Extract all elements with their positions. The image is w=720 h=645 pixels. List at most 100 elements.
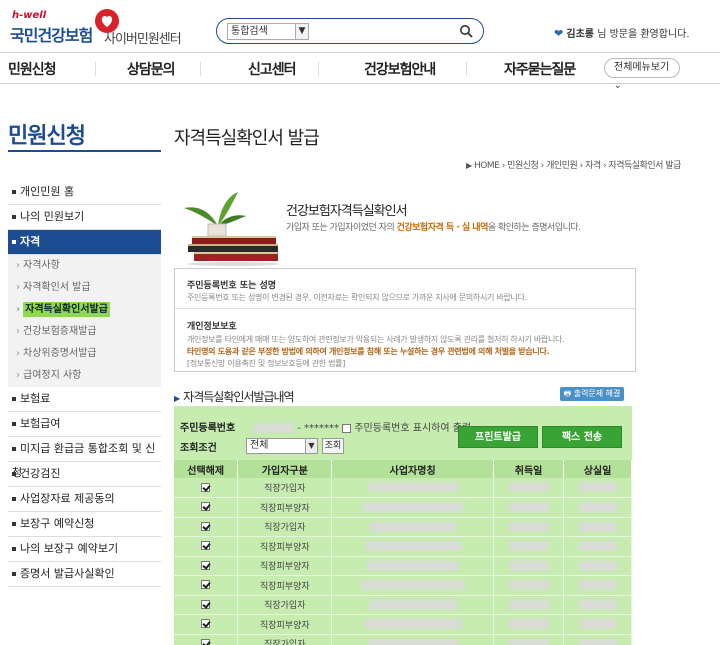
member-type: 직장가입자 (237, 478, 333, 498)
sidebar-subitem-qual-gain-loss[interactable]: › 자격득실확인서발급 (8, 299, 161, 321)
row-checkbox[interactable] (201, 638, 211, 645)
row-checkbox[interactable] (201, 560, 211, 570)
sidebar-item-workplace-consent[interactable]: 사업장자료 제공동의 (8, 487, 161, 512)
sidebar-item-device-reserve[interactable]: 보장구 예약신청 (8, 512, 161, 537)
sidebar-subitem-qual-cert[interactable]: › 자격확인서 발급 (8, 277, 161, 299)
sidebar-item-qualification[interactable]: 자격 (8, 230, 161, 255)
member-type: 직장가입자 (237, 634, 333, 645)
logo[interactable]: h-well 국민건강보험 사이버민원센터 (10, 8, 200, 48)
search-button[interactable]: 조회 (322, 438, 344, 454)
rrn-show-checkbox[interactable] (342, 423, 352, 433)
print-problem-label: 출력문제 해결 (573, 389, 621, 398)
sidebar-item-personal-home[interactable]: 개인민원 홈 (8, 180, 161, 205)
condition-select[interactable]: 전체 ▼ (246, 438, 318, 454)
header: h-well 국민건강보험 사이버민원센터 통합검색 ▼ ❤ 김초롱 님 방문을… (0, 0, 720, 52)
condition-value: 전체 (250, 440, 269, 451)
sidebar-item-cert-verify[interactable]: 증명서 발급사실확인 (8, 562, 161, 587)
bullet-icon: › (16, 370, 20, 381)
sidebar-item-label: 보장구 예약신청 (20, 517, 95, 530)
search-icon[interactable] (459, 24, 473, 38)
bullet-icon (12, 497, 16, 501)
triangle-right-icon: ▶ (466, 161, 472, 170)
sidebar-item-label: 자격 (20, 235, 41, 248)
sidebar-item-my-minwon[interactable]: 나의 민원보기 (8, 205, 161, 230)
table-row: 직장피부양자 (174, 556, 632, 576)
sidebar-item-benefits[interactable]: 보험급여 (8, 412, 161, 437)
nav-consult[interactable]: 상담문의 (127, 59, 176, 79)
sidebar-subitem-card-reissue[interactable]: › 건강보험증재발급 (8, 321, 161, 343)
blurred-cell (508, 580, 549, 590)
nav-divider (95, 62, 96, 76)
row-checkbox[interactable] (201, 502, 211, 512)
breadcrumb-item[interactable]: 개인민원 (546, 161, 578, 171)
notice-text: 주민등록번호 또는 성명이 변경된 경우, 이전자료는 확인되지 않으므로 가까… (187, 293, 527, 302)
notice-section-rrn: 주민등록번호 또는 성명 주민등록번호 또는 성명이 변경된 경우, 이전자료는… (175, 269, 635, 309)
chevron-down-icon: ▼ (305, 439, 317, 453)
sidebar-subitem-benefit-suspend[interactable]: › 급여정지 사항 (8, 365, 161, 387)
search-bar: 통합검색 ▼ (216, 18, 484, 44)
search-scope-value: 통합검색 (231, 26, 268, 37)
sidebar-submenu: › 자격사항 › 자격확인서 발급 › 자격득실확인서발급 › 건강보험증재발급 › 차상… (8, 255, 161, 387)
search-input[interactable] (313, 22, 463, 41)
print-issue-button[interactable]: 프린트발급 (458, 426, 538, 448)
table-row: 직장피부양자 (174, 614, 632, 635)
row-checkbox[interactable] (201, 619, 211, 629)
breadcrumb-item[interactable]: 자격 (585, 161, 601, 171)
sidebar-item-my-device[interactable]: 나의 보장구 예약보기 (8, 537, 161, 562)
sidebar-item-checkup[interactable]: 건강검진 (8, 462, 161, 487)
table-row: 직장가입자 (174, 517, 632, 537)
section-title: ▶ 자격득실확인서발급내역 (174, 388, 295, 405)
blurred-cell (578, 560, 617, 571)
member-type: 직장가입자 (237, 517, 333, 537)
row-checkbox[interactable] (201, 580, 211, 590)
sidebar-item-label: 나의 보장구 예약보기 (20, 542, 119, 555)
bullet-icon: › (16, 282, 20, 293)
bullet-icon (12, 397, 16, 401)
blurred-cell (578, 619, 617, 629)
fax-send-button[interactable]: 팩스 전송 (542, 426, 622, 448)
logo-hwell: h-well (12, 10, 47, 21)
bullet-icon (12, 572, 16, 576)
blurred-rrn (254, 423, 294, 433)
col-deselect[interactable]: 선택해제 (174, 460, 239, 478)
notice-warning: 타인명의 도용과 같은 부정한 방법에 의하여 개인정보를 침해 또는 누설하는… (187, 347, 550, 356)
welcome-suffix: 님 방문을 환영합니다. (597, 29, 690, 40)
heart-icon: ❤ (554, 27, 564, 40)
row-checkbox[interactable] (201, 599, 211, 609)
blurred-cell (508, 482, 549, 493)
sidebar-subitem-near-poverty[interactable]: › 차상위증명서발급 (8, 343, 161, 365)
blurred-cell (578, 502, 617, 512)
banner-description: 가입자 또는 가입자이었던 자의 건강보험자격 득 · 실 내역을 확인하는 증… (286, 220, 581, 233)
breadcrumb-item[interactable]: HOME (474, 161, 500, 171)
sidebar-item-premium[interactable]: 보험료 (8, 387, 161, 412)
sidebar-subitem-qual-info[interactable]: › 자격사항 (8, 255, 161, 277)
bullet-icon: › (16, 260, 20, 271)
notice-heading: 주민등록번호 또는 성명 (187, 281, 277, 291)
blurred-cell (369, 521, 456, 532)
row-checkbox[interactable] (201, 541, 211, 551)
col-business-name: 사업자명칭 (331, 460, 495, 478)
nav-insurance-info[interactable]: 건강보험안내 (364, 59, 436, 79)
all-menu-button[interactable]: 전체메뉴보기 ⌄ (604, 58, 680, 91)
row-checkbox[interactable] (201, 521, 211, 531)
bullet-icon (12, 547, 16, 551)
notice-heading: 개인정보보호 (187, 322, 237, 332)
blurred-cell (508, 619, 549, 629)
nav-divider (200, 62, 201, 76)
chevron-down-icon: ⌄ (614, 81, 622, 91)
nav-minwon[interactable]: 민원신청 (8, 59, 57, 79)
sidebar-item-label: 건강검진 (20, 467, 61, 480)
bullet-icon: › (16, 304, 21, 315)
sidebar-item-refund[interactable]: 미지급 환급금 통합조회 및 신청 (8, 437, 161, 479)
print-problem-button[interactable]: 🖶 출력문제 해결 (560, 387, 624, 401)
nav-report[interactable]: 신고센터 (248, 59, 297, 79)
bullet-icon: › (16, 326, 20, 337)
triangle-right-icon: ▶ (174, 394, 180, 403)
row-checkbox[interactable] (201, 482, 211, 492)
notice-box: 주민등록번호 또는 성명 주민등록번호 또는 성명이 변경된 경우, 이전자료는… (174, 268, 636, 372)
breadcrumb-item[interactable]: 민원신청 (507, 161, 539, 171)
sidebar-item-label: 사업장자료 제공동의 (20, 492, 115, 505)
nav-faq[interactable]: 자주묻는질문 (504, 59, 576, 79)
logo-brand: 국민건강보험 (10, 26, 93, 45)
search-scope-select[interactable]: 통합검색 ▼ (227, 23, 309, 40)
